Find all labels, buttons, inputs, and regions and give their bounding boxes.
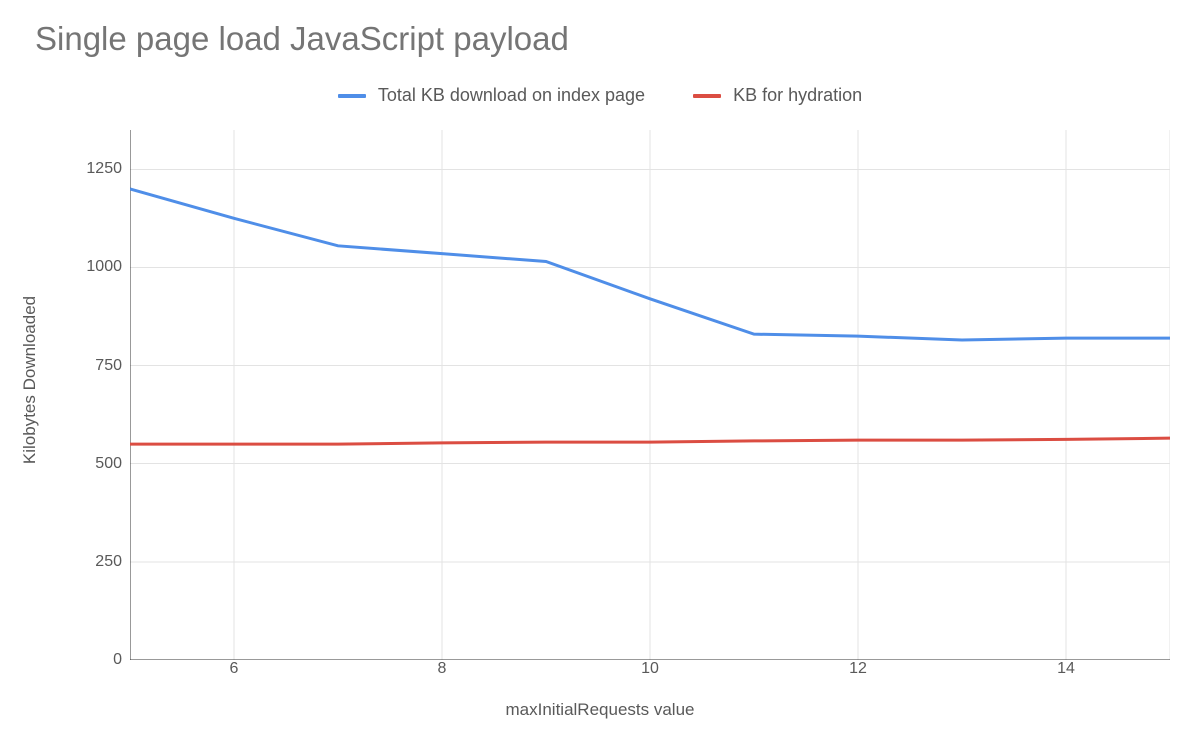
legend-swatch-total [338, 94, 366, 98]
x-tick-label: 10 [641, 660, 659, 678]
y-axis-label: Kilobytes Downloaded [20, 296, 40, 464]
legend-item-total: Total KB download on index page [338, 85, 645, 106]
chart-container: Single page load JavaScript payload Tota… [0, 0, 1200, 742]
x-axis-label: maxInitialRequests value [0, 700, 1200, 720]
legend-label-total: Total KB download on index page [378, 85, 645, 106]
legend: Total KB download on index page KB for h… [0, 85, 1200, 106]
x-tick-label: 12 [849, 660, 867, 678]
y-tick-label: 0 [113, 651, 122, 669]
legend-label-hydration: KB for hydration [733, 85, 862, 106]
y-tick-label: 750 [95, 357, 122, 375]
legend-swatch-hydration [693, 94, 721, 98]
y-tick-label: 1000 [86, 258, 122, 276]
x-tick-label: 8 [438, 660, 447, 678]
legend-item-hydration: KB for hydration [693, 85, 862, 106]
plot-area [130, 130, 1170, 660]
x-tick-label: 6 [230, 660, 239, 678]
y-tick-label: 250 [95, 553, 122, 571]
chart-title: Single page load JavaScript payload [35, 20, 569, 58]
y-tick-label: 500 [95, 455, 122, 473]
y-tick-label: 1250 [86, 160, 122, 178]
x-tick-label: 14 [1057, 660, 1075, 678]
